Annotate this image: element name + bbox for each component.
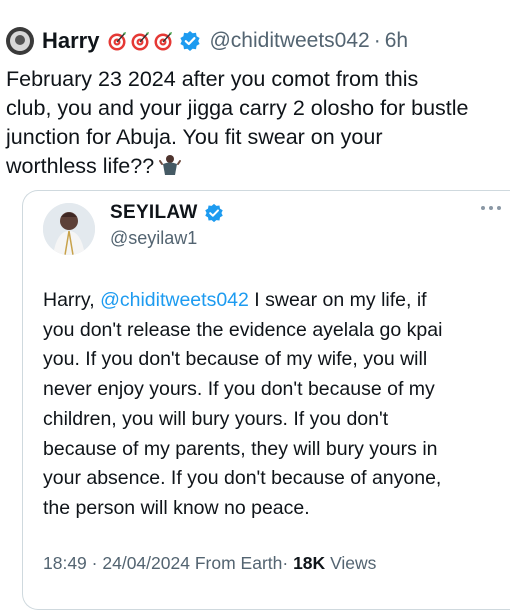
tweet-text-line: worthless life?? xyxy=(6,154,155,178)
tweet-text: February 23 2024 after you comot from th… xyxy=(6,65,510,181)
mention-link[interactable]: @chiditweets042 xyxy=(100,289,249,311)
quoted-text-line: you don't release the evidence ayelala g… xyxy=(43,318,443,341)
views-label: Views xyxy=(330,553,377,573)
quoted-text-line: because of my parents, they will bury yo… xyxy=(43,437,438,460)
quoted-text-line: Harry, @chiditweets042 I swear on my lif… xyxy=(43,286,510,316)
tweet-text-line-last: worthless life?? xyxy=(6,152,510,181)
quoted-text-suffix: I swear on my life, if xyxy=(248,289,427,311)
tweet-text-line: February 23 2024 after you comot from th… xyxy=(6,67,419,91)
quoted-author-handle[interactable]: @seyilaw1 xyxy=(110,228,197,249)
quoted-tweet-card[interactable]: SEYILAW @seyilaw1 Harry, @chiditweets042… xyxy=(22,190,510,610)
meta-separator: · xyxy=(91,553,98,573)
author-handle[interactable]: @chiditweets042 xyxy=(209,29,369,53)
quoted-text-line: never enjoy yours. If you don't because … xyxy=(43,378,435,401)
views-count[interactable]: 18K xyxy=(293,553,325,573)
name-emojis xyxy=(107,31,173,51)
quoted-text-prefix: Harry, xyxy=(43,289,101,311)
more-icon[interactable] xyxy=(478,201,504,215)
meta-source: From Earth xyxy=(194,553,283,573)
tweet-text-line: junction for Abuja. You fit swear on you… xyxy=(6,125,383,149)
tweet-meta: 18:49 · 24/04/2024 From Earth· 18K Views xyxy=(43,553,376,574)
meta-separator: · xyxy=(282,553,289,573)
quoted-text-line: you. If you don't because of my wife, yo… xyxy=(43,348,428,371)
target-icon xyxy=(108,32,127,51)
tweet-time[interactable]: 6h xyxy=(385,29,408,53)
quoted-author-name[interactable]: SEYILAW xyxy=(110,202,198,224)
outer-tweet-header: Harry @chiditweets042 · 6h xyxy=(6,26,408,56)
quoted-text-line: children, you will bury yours. If you do… xyxy=(43,407,389,430)
target-icon xyxy=(154,32,173,51)
quoted-author-row: SEYILAW xyxy=(110,202,224,224)
quoted-text-line: the person will know no peace. xyxy=(43,496,310,519)
avatar[interactable] xyxy=(6,27,34,55)
quoted-tweet-text: Harry, @chiditweets042 I swear on my lif… xyxy=(43,286,510,524)
quoted-text-line: your absence. If you don't because of an… xyxy=(43,467,442,490)
meta-time[interactable]: 18:49 xyxy=(43,553,87,573)
verified-badge-icon xyxy=(204,203,223,223)
avatar[interactable] xyxy=(43,203,95,255)
person-shrugging-icon xyxy=(159,155,182,175)
tweet-text-line: club, you and your jigga carry 2 olosho … xyxy=(6,96,469,120)
meta-date[interactable]: 24/04/2024 xyxy=(102,553,190,573)
verified-badge-icon xyxy=(180,31,201,51)
author-name[interactable]: Harry xyxy=(42,28,99,54)
target-icon xyxy=(131,32,150,51)
separator: · xyxy=(373,29,381,52)
avatar-image xyxy=(43,203,95,255)
